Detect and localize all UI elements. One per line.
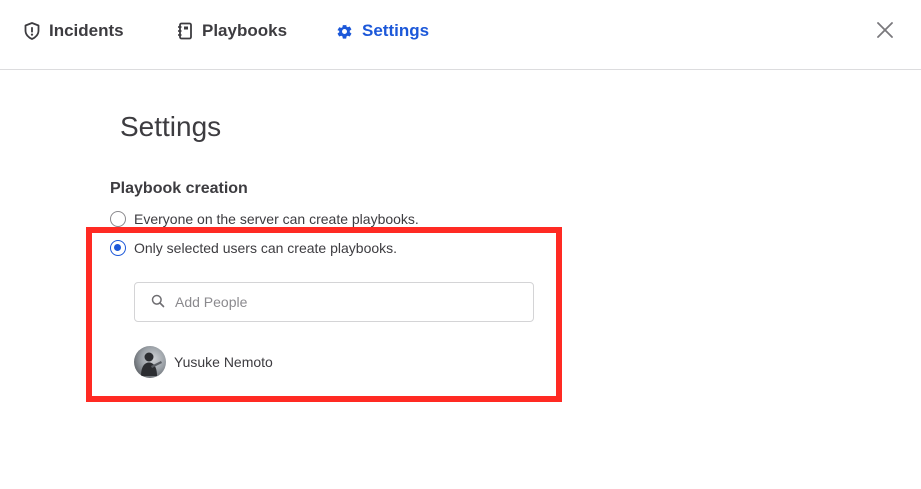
- tab-settings[interactable]: Settings: [336, 18, 429, 44]
- add-people-placeholder: Add People: [175, 294, 248, 310]
- tab-incidents-label: Incidents: [49, 21, 124, 40]
- user-name: Yusuke Nemoto: [174, 354, 273, 370]
- playbook-creation-heading: Playbook creation: [110, 180, 248, 197]
- everyone-can-create-option[interactable]: Everyone on the server can create playbo…: [110, 209, 419, 229]
- close-icon[interactable]: [874, 19, 896, 41]
- avatar: [134, 346, 166, 378]
- user-list-item: Yusuke Nemoto: [134, 346, 273, 378]
- everyone-radio[interactable]: [110, 211, 126, 227]
- selected-users-radio[interactable]: [110, 240, 126, 256]
- search-icon: [151, 294, 165, 311]
- shield-icon: [24, 22, 40, 40]
- page-title: Settings: [120, 111, 222, 142]
- notebook-icon: [177, 22, 193, 40]
- selected-users-option[interactable]: Only selected users can create playbooks…: [110, 238, 397, 258]
- tab-playbooks-label: Playbooks: [202, 21, 288, 40]
- add-people-search-input[interactable]: Add People: [134, 282, 534, 322]
- selected-users-option-label: Only selected users can create playbooks…: [134, 240, 398, 256]
- tab-incidents[interactable]: Incidents: [24, 18, 124, 44]
- tab-playbooks[interactable]: Playbooks: [177, 18, 287, 44]
- tab-settings-label: Settings: [362, 21, 430, 40]
- top-nav-bar: Incidents Playbooks Settings: [0, 0, 921, 70]
- everyone-option-label: Everyone on the server can create playbo…: [134, 211, 419, 227]
- gear-icon: [336, 23, 353, 40]
